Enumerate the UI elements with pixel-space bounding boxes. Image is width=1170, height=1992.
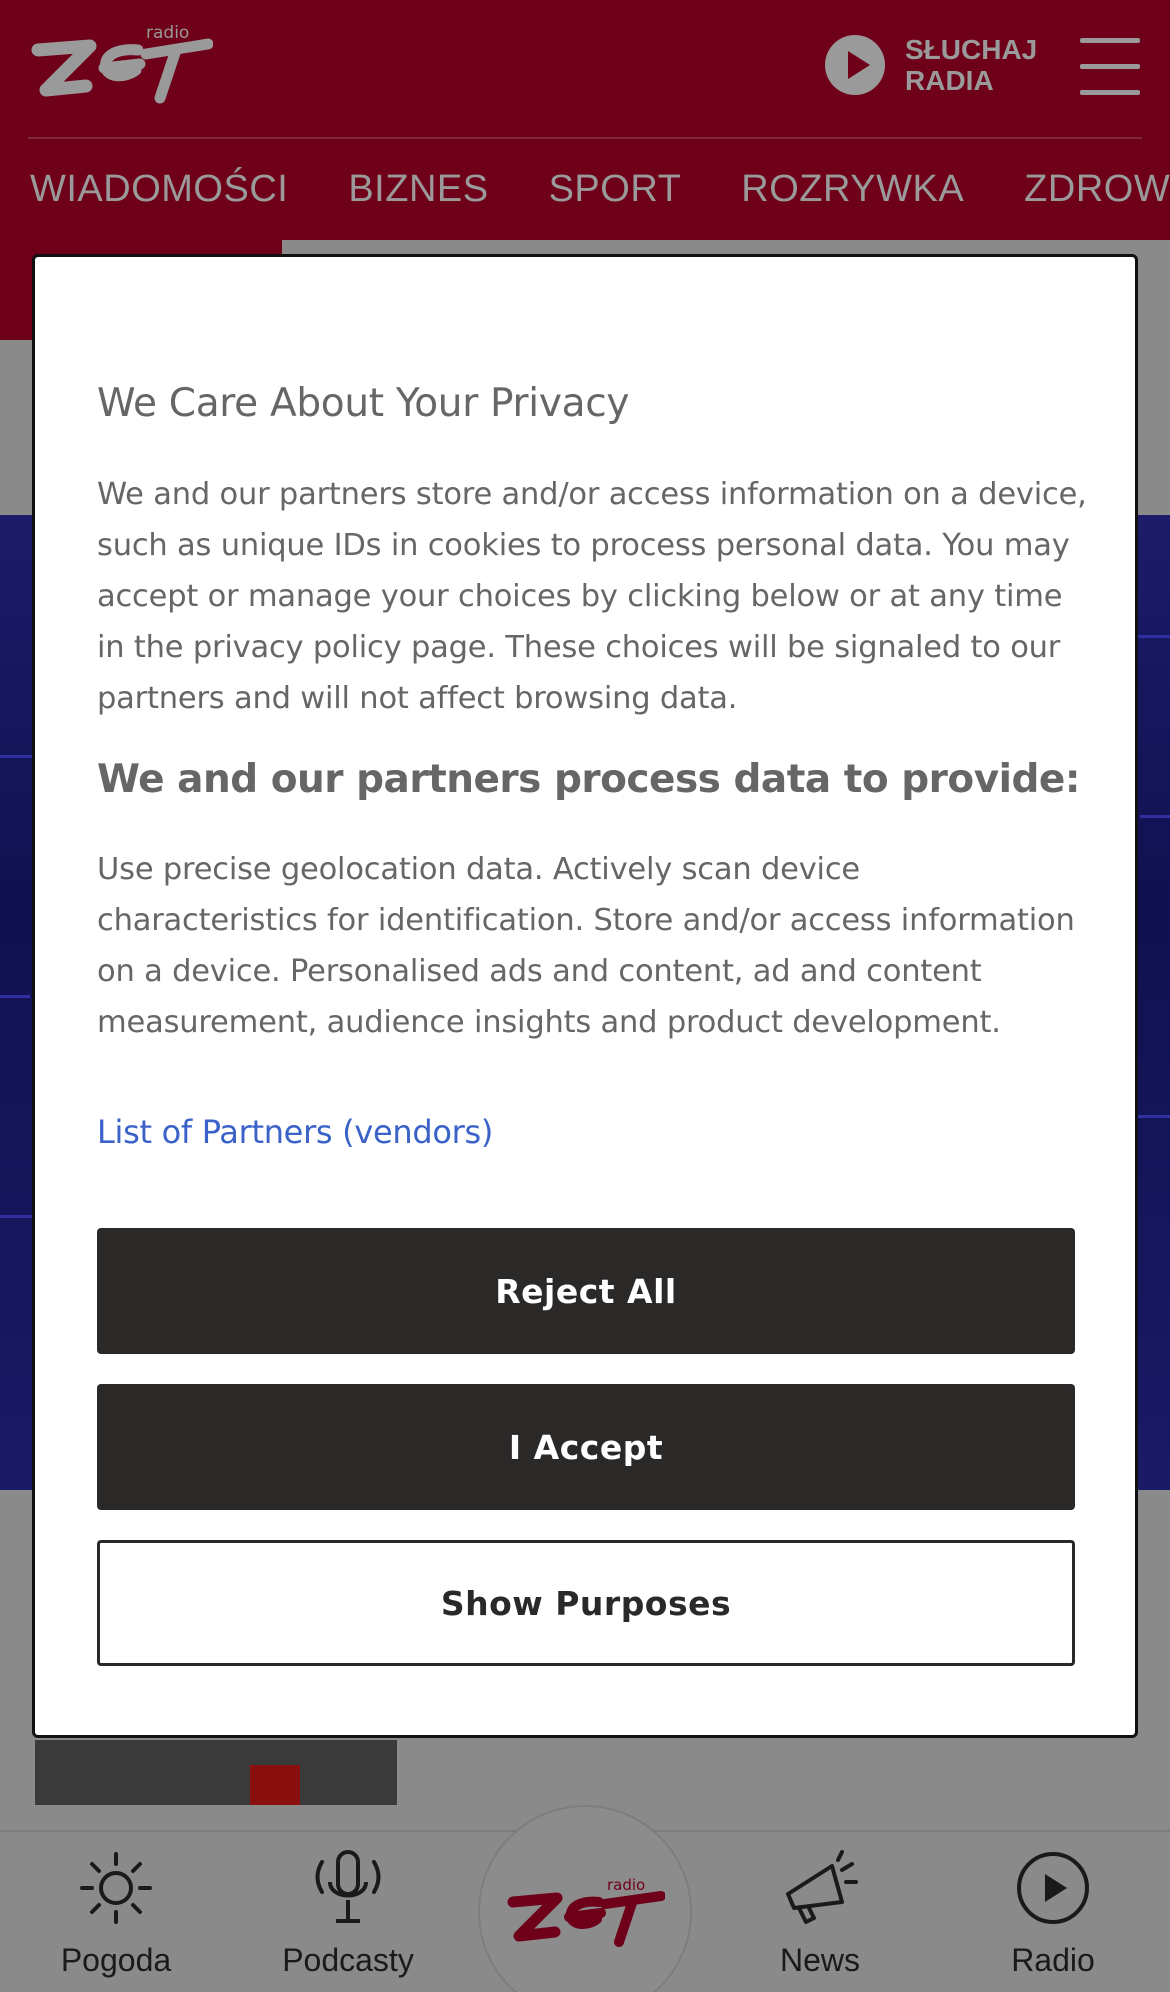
- accept-button[interactable]: I Accept: [97, 1384, 1075, 1510]
- consent-body-text: We and our partners store and/or access …: [97, 477, 1087, 716]
- microphone-icon: [315, 1850, 381, 1923]
- nav-item-rozrywka[interactable]: ROZRYWKA: [741, 168, 964, 211]
- privacy-consent-dialog: We Care About Your Privacy We and our pa…: [32, 254, 1138, 1738]
- show-purposes-button[interactable]: Show Purposes: [97, 1540, 1075, 1666]
- megaphone-icon: [786, 1850, 858, 1924]
- radio-zet-home-logo[interactable]: radio: [505, 1872, 665, 1952]
- consent-title: We Care About Your Privacy: [97, 381, 630, 426]
- bottom-nav-pogoda[interactable]: Pogoda: [26, 1848, 206, 1979]
- svg-text:radio: radio: [607, 1876, 645, 1894]
- nav-item-zdrowie[interactable]: ZDROW: [1024, 168, 1170, 211]
- play-circle-icon: [1017, 1852, 1089, 1924]
- bottom-nav-label: Pogoda: [60, 1942, 172, 1978]
- consent-subtitle: We and our partners process data to prov…: [97, 757, 1080, 802]
- play-icon: [825, 35, 885, 95]
- menu-icon[interactable]: [1080, 38, 1140, 98]
- category-nav: WIADOMOŚCI BIZNES SPORT ROZRYWKA ZDROW: [30, 168, 1170, 211]
- partners-list-link[interactable]: List of Partners (vendors): [97, 1113, 493, 1151]
- listen-radio-label: SŁUCHAJ RADIA: [905, 34, 1045, 96]
- bottom-nav-label: Radio: [1011, 1942, 1095, 1978]
- nav-item-wiadomosci[interactable]: WIADOMOŚCI: [30, 168, 288, 211]
- article-thumbnail[interactable]: [35, 1740, 397, 1805]
- nav-item-biznes[interactable]: BIZNES: [348, 168, 488, 211]
- sun-icon: [80, 1852, 152, 1924]
- bottom-nav-news[interactable]: News: [730, 1848, 910, 1979]
- logo-radio-text: radio: [146, 23, 189, 43]
- bottom-nav-label: News: [779, 1942, 860, 1978]
- listen-line-2: RADIA: [905, 65, 994, 96]
- bottom-nav-label: Podcasty: [282, 1942, 414, 1978]
- consent-purposes-text: Use precise geolocation data. Actively s…: [97, 852, 1075, 1040]
- header-divider: [28, 137, 1142, 139]
- listen-line-1: SŁUCHAJ: [905, 34, 1038, 65]
- reject-all-button[interactable]: Reject All: [97, 1228, 1075, 1354]
- bottom-nav-radio[interactable]: Radio: [963, 1848, 1143, 1979]
- bottom-nav-podcasty[interactable]: Podcasty: [258, 1848, 438, 1979]
- nav-item-sport[interactable]: SPORT: [549, 168, 682, 211]
- site-header: radio SŁUCHAJ RADIA WIADOMOŚCI BIZNES SP…: [0, 0, 1170, 240]
- listen-radio-button[interactable]: SŁUCHAJ RADIA: [825, 34, 1045, 96]
- radio-zet-logo[interactable]: radio: [28, 20, 213, 110]
